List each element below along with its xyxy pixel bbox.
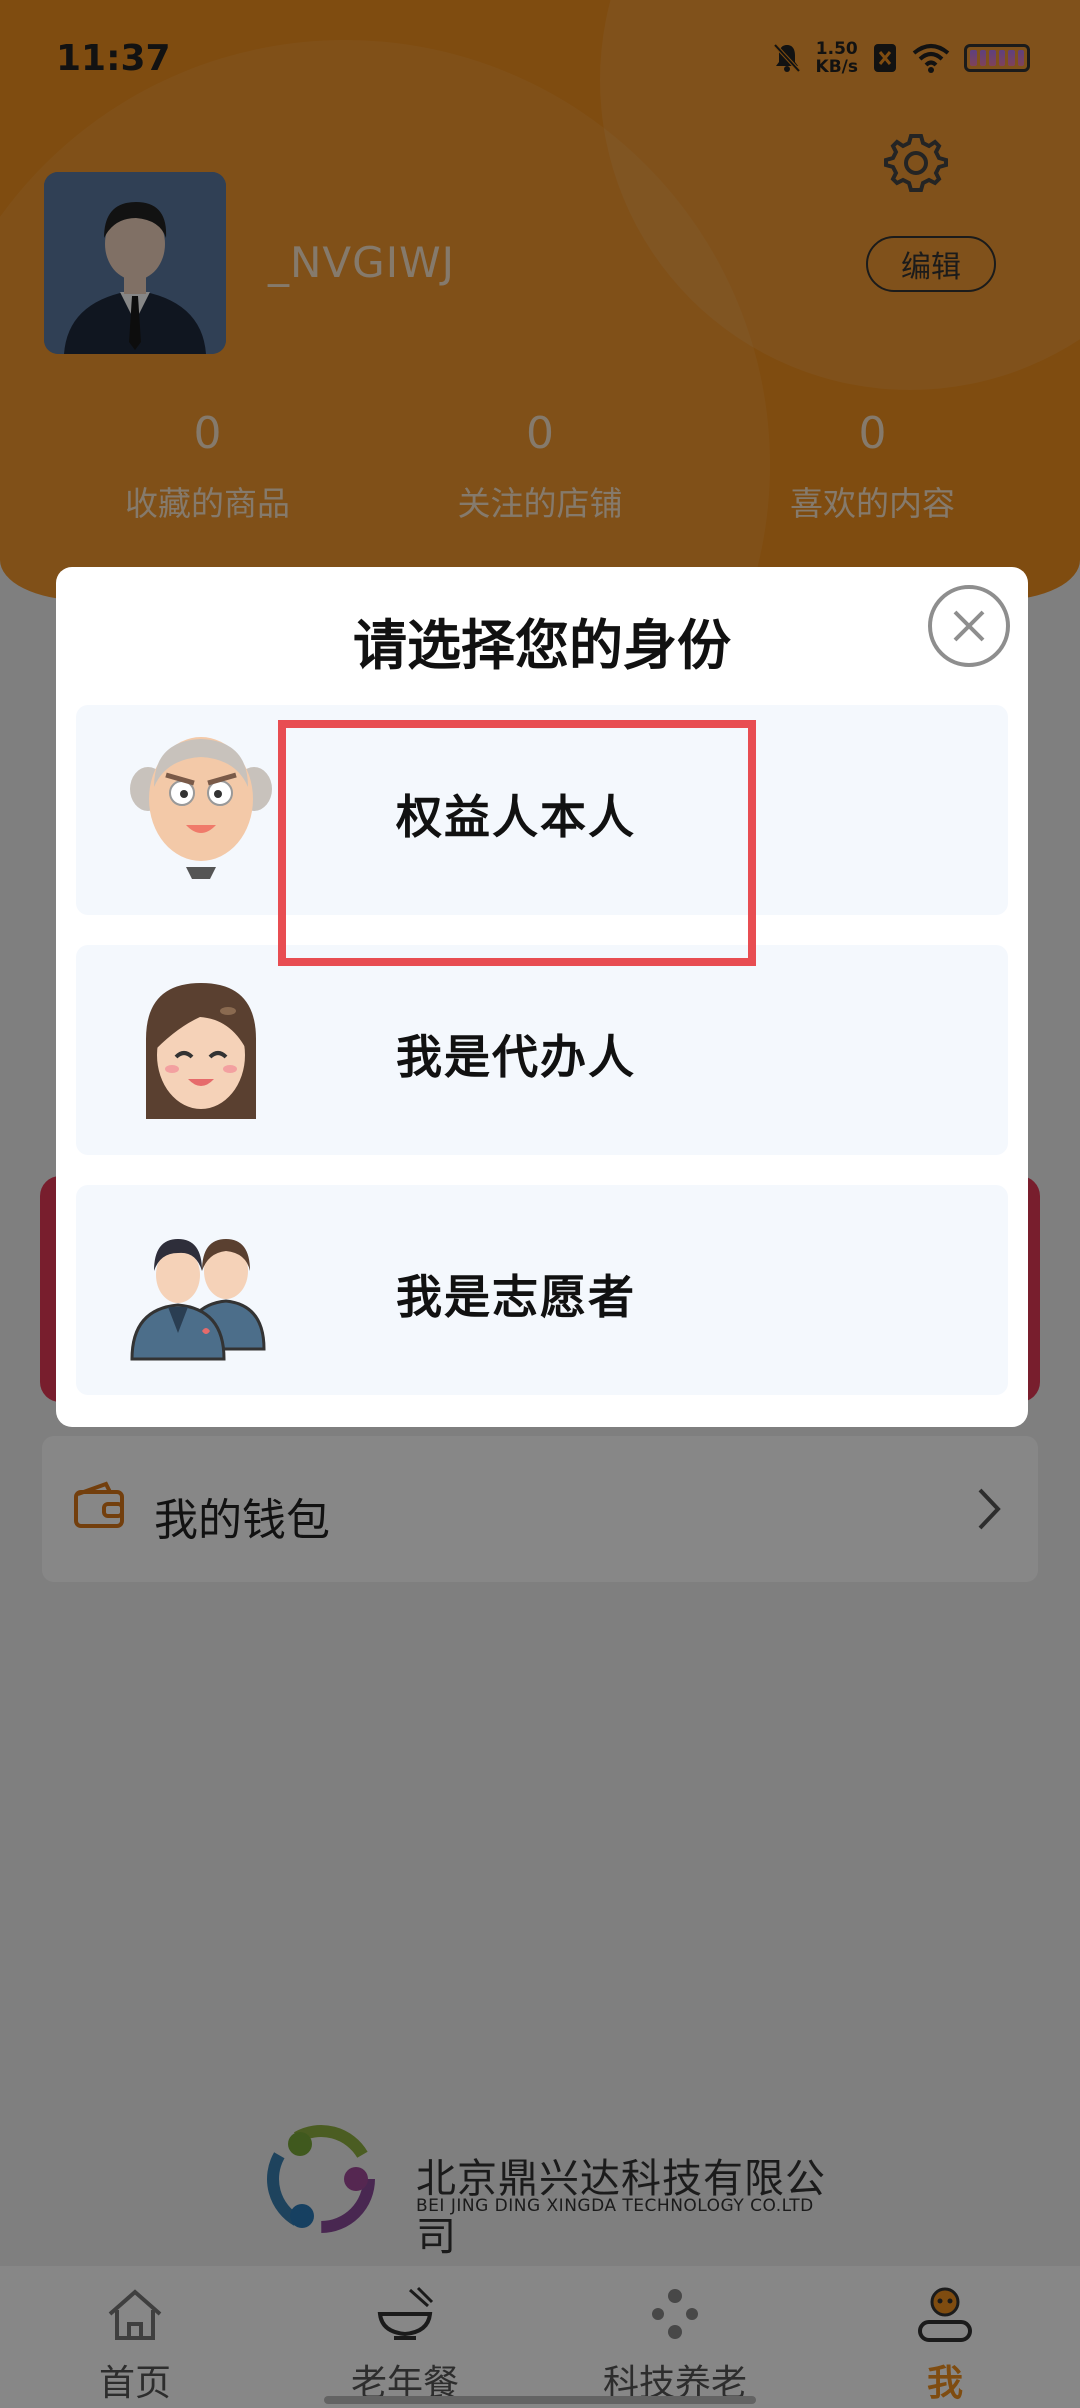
screen: 11:37 1.50 KB/s _NVGIWJ 编辑 0 收藏的商品 0 关注的… xyxy=(0,0,1080,2408)
option-label: 我是志愿者 xyxy=(396,1270,636,1324)
identity-select-dialog: 请选择您的身份 权益人本人 我是代办人 我是志愿者 xyxy=(56,567,1028,1427)
option-label: 我是代办人 xyxy=(396,1030,636,1084)
highlight-box xyxy=(278,720,756,966)
volunteers-icon xyxy=(130,1239,266,1361)
dialog-title: 请选择您的身份 xyxy=(353,614,731,677)
option-volunteer[interactable]: 我是志愿者 xyxy=(76,1185,1008,1395)
close-icon xyxy=(953,610,985,642)
close-button[interactable] xyxy=(928,585,1010,667)
elderly-man-icon xyxy=(130,737,272,879)
woman-icon xyxy=(146,983,256,1119)
option-agent[interactable]: 我是代办人 xyxy=(76,945,1008,1155)
